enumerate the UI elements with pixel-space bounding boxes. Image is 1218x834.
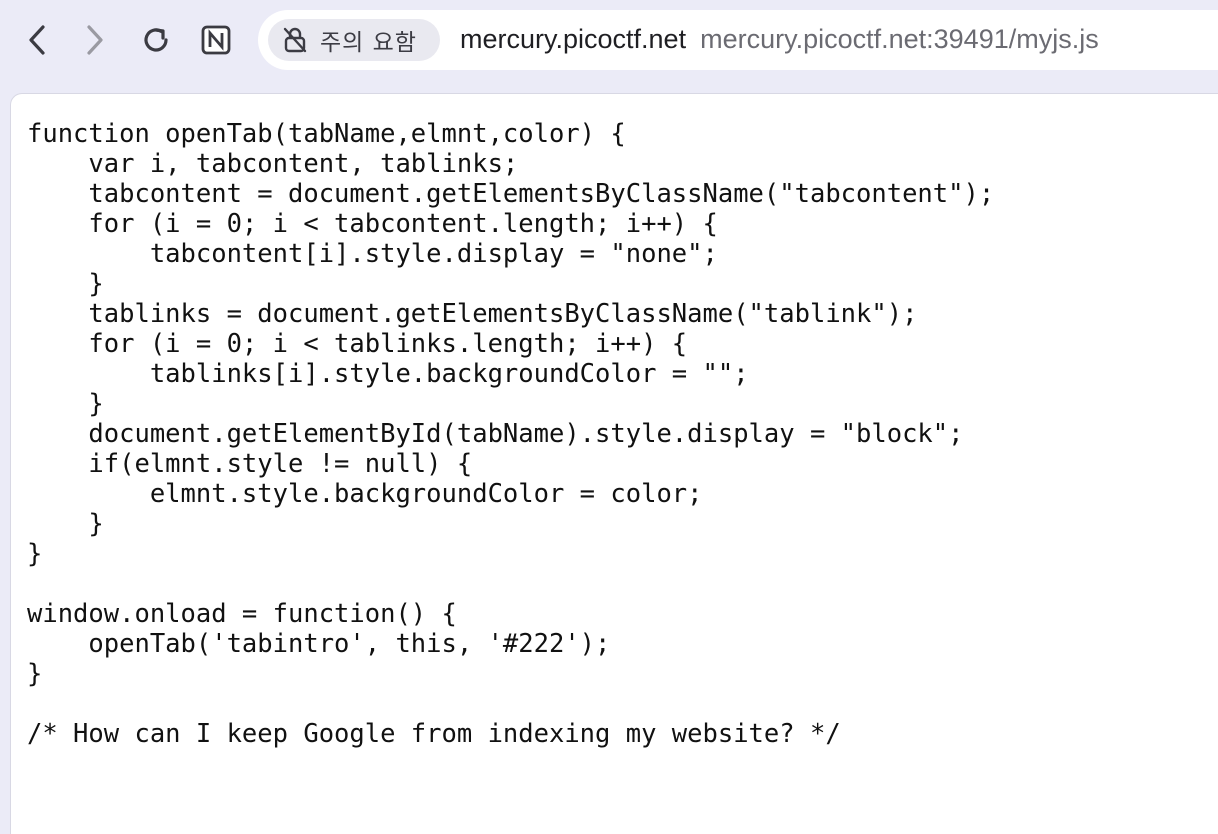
code-line: tablinks = document.getElementsByClassNa…	[27, 299, 918, 329]
not-secure-icon	[282, 27, 308, 53]
code-line: }	[27, 539, 43, 569]
url-full-path: mercury.picoctf.net:39491/myjs.js	[700, 24, 1099, 54]
code-line: for (i = 0; i < tablinks.length; i++) {	[27, 329, 688, 359]
reload-icon	[144, 28, 168, 52]
url-field[interactable]: mercury.picoctf.net mercury.picoctf.net:3…	[460, 10, 1099, 70]
address-bar[interactable]: 주의 요함 mercury.picoctf.net mercury.picoctf…	[258, 10, 1218, 70]
browser-toolbar: 주의 요함 mercury.picoctf.net mercury.picoctf…	[0, 0, 1218, 92]
code-line: openTab('tabintro', this, '#222');	[27, 629, 611, 659]
code-line: }	[27, 509, 104, 539]
code-line: tabcontent[i].style.display = "none";	[27, 239, 718, 269]
code-line: tablinks[i].style.backgroundColor = "";	[27, 359, 749, 389]
code-line: document.getElementById(tabName).style.d…	[27, 419, 964, 449]
code-view: function openTab(tabName,elmnt,color) { …	[27, 119, 994, 749]
forward-button[interactable]	[73, 18, 117, 62]
chevron-right-icon	[87, 25, 103, 55]
page-content: function openTab(tabName,elmnt,color) { …	[10, 93, 1218, 834]
security-indicator[interactable]: 주의 요함	[268, 19, 440, 61]
code-line: }	[27, 389, 104, 419]
code-line: tabcontent = document.getElementsByClass…	[27, 179, 995, 209]
chevron-left-icon	[29, 25, 45, 55]
notion-icon	[201, 25, 231, 55]
reload-button[interactable]	[134, 18, 178, 62]
security-label: 주의 요함	[320, 30, 417, 56]
url-host: mercury.picoctf.net	[460, 24, 687, 54]
code-line: if(elmnt.style != null) {	[27, 449, 473, 479]
code-line: }	[27, 659, 43, 689]
code-line: function openTab(tabName,elmnt,color) {	[27, 119, 626, 149]
code-line: for (i = 0; i < tabcontent.length; i++) …	[27, 209, 718, 239]
code-line: /* How can I keep Google from indexing m…	[27, 719, 841, 749]
back-button[interactable]	[15, 18, 59, 62]
code-line: var i, tabcontent, tablinks;	[27, 149, 519, 179]
code-line: }	[27, 269, 104, 299]
code-line: elmnt.style.backgroundColor = color;	[27, 479, 703, 509]
notion-extension-button[interactable]	[194, 18, 238, 62]
code-line: window.onload = function() {	[27, 599, 457, 629]
